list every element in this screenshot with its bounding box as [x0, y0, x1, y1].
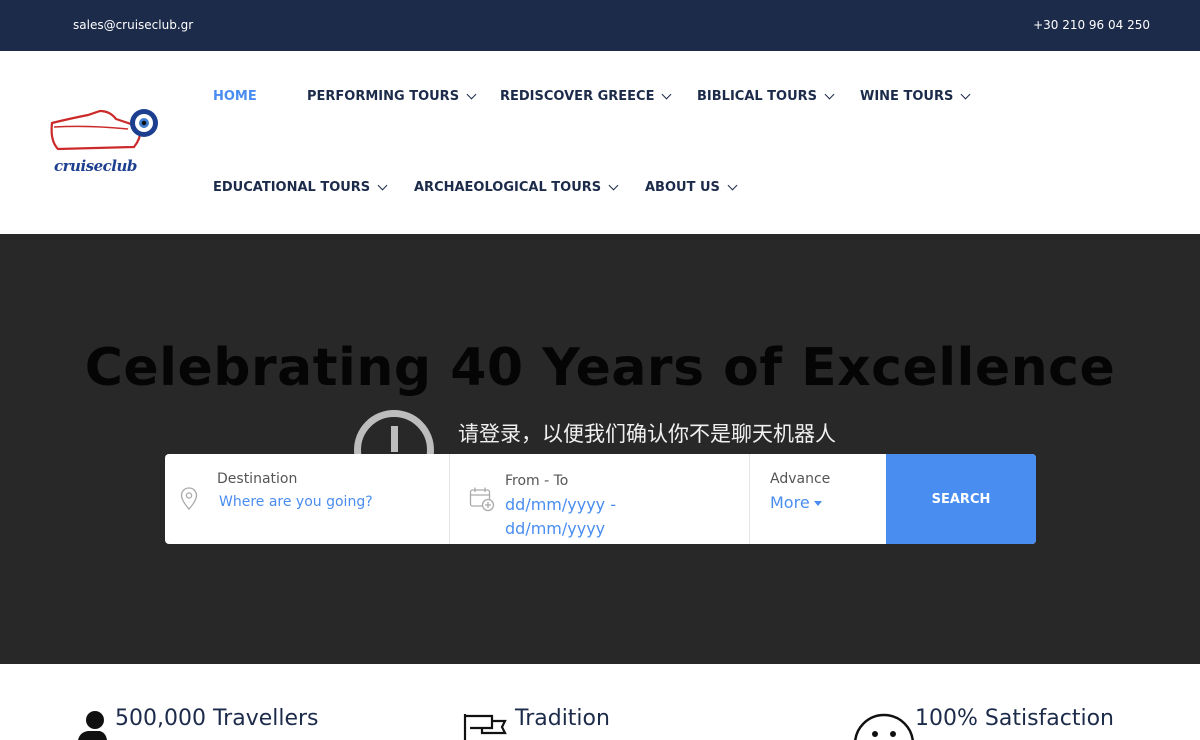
chevron-down-icon [466, 89, 477, 99]
nav-rediscover-greece[interactable]: REDISCOVER GREECE [500, 86, 672, 106]
nav-educational-tours-label: EDUCATIONAL TOURS [213, 179, 371, 195]
feature-travellers: 500,000 Travellers [115, 706, 319, 731]
nav-wine-tours-label: WINE TOURS [860, 88, 954, 104]
feature-satisfaction: 100% Satisfaction [915, 706, 1114, 731]
calendar-add-icon [469, 487, 495, 512]
contact-email[interactable]: sales@cruiseclub.gr [73, 18, 193, 32]
nav-archaeological-tours[interactable]: ARCHAEOLOGICAL TOURS [414, 177, 619, 197]
site-header: cruiseclub HOME PERFORMING TOURS REDISCO… [0, 51, 1200, 234]
smiley-icon [854, 713, 914, 740]
nav-educational-tours[interactable]: EDUCATIONAL TOURS [213, 177, 388, 197]
advance-label: Advance [770, 471, 831, 487]
nav-about-us-label: ABOUT US [645, 179, 720, 195]
feature-tradition: Tradition [515, 706, 610, 731]
destination-label: Destination [217, 471, 298, 487]
nav-biblical-tours-label: BIBLICAL TOURS [697, 88, 818, 104]
chevron-down-icon [662, 89, 672, 99]
nav-archaeological-tours-label: ARCHAEOLOGICAL TOURS [414, 179, 602, 195]
nav-home-label: HOME [213, 88, 257, 104]
destination-input[interactable]: Where are you going? [219, 494, 373, 510]
date-range-label: From - To [505, 473, 569, 489]
chevron-down-icon [377, 180, 388, 190]
chevron-down-icon [960, 89, 971, 99]
site-logo[interactable]: cruiseclub [48, 107, 163, 187]
logo-text: cruiseclub [54, 157, 137, 175]
hero-section: Celebrating 40 Years of Excellence 请登录，以… [0, 234, 1200, 664]
search-button[interactable]: SEARCH [886, 454, 1036, 544]
nav-wine-tours[interactable]: WINE TOURS [860, 86, 971, 106]
more-label: More [770, 493, 810, 512]
date-range-from[interactable]: dd/mm/yyyy - [505, 495, 616, 514]
search-form: Destination Where are you going? From - … [165, 454, 1036, 544]
flag-icon [463, 714, 507, 740]
nav-performing-tours[interactable]: PERFORMING TOURS [307, 86, 477, 106]
nav-biblical-tours[interactable]: BIBLICAL TOURS [697, 86, 835, 106]
map-pin-icon [180, 487, 198, 510]
captcha-notice: 请登录，以便我们确认你不是聊天机器人 [458, 422, 836, 446]
date-range-field[interactable]: From - To dd/mm/yyyy - dd/mm/yyyy [450, 454, 750, 544]
nav-about-us[interactable]: ABOUT US [645, 177, 738, 197]
chevron-down-icon [824, 89, 835, 99]
top-bar: sales@cruiseclub.gr +30 210 96 04 250 [0, 0, 1200, 51]
destination-field[interactable]: Destination Where are you going? [165, 454, 450, 544]
caret-down-icon [813, 501, 822, 506]
shoe-logo-icon [50, 109, 158, 151]
nav-performing-tours-label: PERFORMING TOURS [307, 88, 460, 104]
advance-field[interactable]: Advance More [750, 454, 886, 544]
hero-title: Celebrating 40 Years of Excellence [84, 338, 1116, 398]
person-icon [78, 711, 107, 740]
more-toggle[interactable]: More [770, 493, 822, 512]
nav-rediscover-greece-label: REDISCOVER GREECE [500, 88, 655, 104]
date-range-to[interactable]: dd/mm/yyyy [505, 519, 605, 538]
chevron-down-icon [727, 180, 738, 190]
contact-phone[interactable]: +30 210 96 04 250 [1033, 18, 1150, 32]
nav-home[interactable]: HOME [213, 86, 257, 106]
chevron-down-icon [608, 180, 619, 190]
